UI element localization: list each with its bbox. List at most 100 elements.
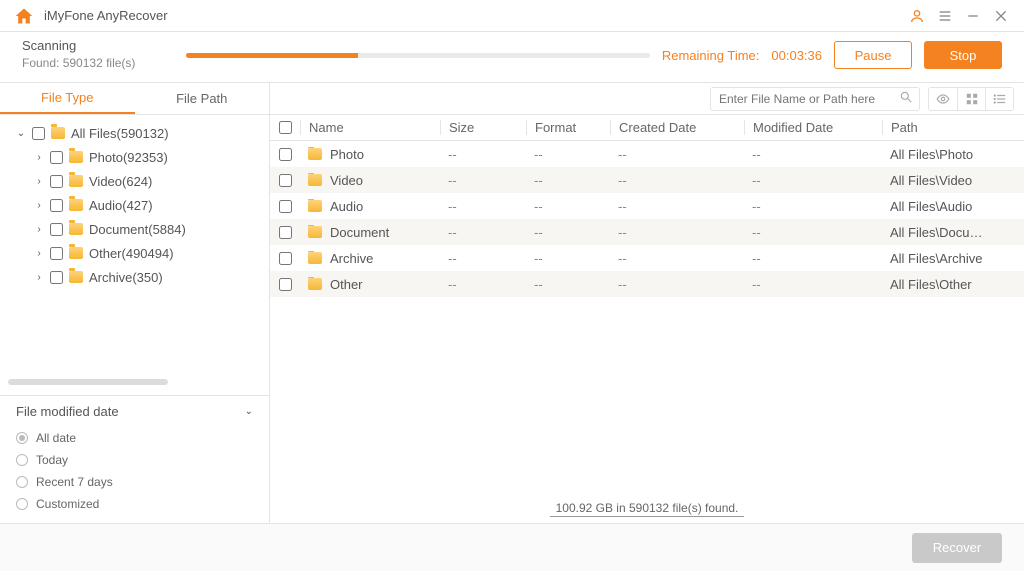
col-format[interactable]: Format: [526, 120, 610, 135]
row-size: --: [440, 225, 526, 240]
col-created-date[interactable]: Created Date: [610, 120, 744, 135]
row-path: All Files\Archive: [882, 251, 1024, 266]
row-format: --: [526, 225, 610, 240]
tree-item[interactable]: › Document(5884): [0, 217, 269, 241]
filter-option[interactable]: All date: [16, 427, 253, 449]
filter-option[interactable]: Customized: [16, 493, 253, 515]
tab-file-path[interactable]: File Path: [135, 83, 270, 114]
radio-icon: [16, 498, 28, 510]
tree-item-label: Archive(350): [89, 270, 163, 285]
row-format: --: [526, 199, 610, 214]
tree-item[interactable]: › Audio(427): [0, 193, 269, 217]
row-checkbox[interactable]: [279, 278, 292, 291]
table-row[interactable]: Video--------All Files\Video: [270, 167, 1024, 193]
tree-item-label: Audio(427): [89, 198, 153, 213]
tree-checkbox[interactable]: [50, 175, 63, 188]
chevron-right-icon[interactable]: ›: [34, 200, 44, 211]
tree-item[interactable]: ⌄ All Files(590132): [0, 121, 269, 145]
tree-checkbox[interactable]: [50, 247, 63, 260]
tree-item-label: Other(490494): [89, 246, 174, 261]
horizontal-scrollbar[interactable]: [8, 379, 168, 385]
tree-checkbox[interactable]: [50, 199, 63, 212]
file-type-tree: ⌄ All Files(590132) › Photo(92353) ›Video(62…: [0, 115, 269, 375]
menu-icon[interactable]: [936, 7, 954, 25]
tree-item[interactable]: ›Video(624): [0, 169, 269, 193]
chevron-right-icon[interactable]: ›: [34, 272, 44, 283]
col-name[interactable]: Name: [300, 120, 440, 135]
row-name: Photo: [330, 147, 364, 162]
folder-icon: [308, 252, 322, 264]
row-path: All Files\Other: [882, 277, 1024, 292]
tree-checkbox[interactable]: [32, 127, 45, 140]
tree-item-label: All Files(590132): [71, 126, 169, 141]
home-icon[interactable]: [14, 6, 34, 26]
row-format: --: [526, 173, 610, 188]
search-box[interactable]: [710, 87, 920, 111]
tree-item[interactable]: › Other(490494): [0, 241, 269, 265]
row-checkbox[interactable]: [279, 174, 292, 187]
filter-title: File modified date: [16, 404, 119, 419]
table-row[interactable]: Photo--------All Files\Photo: [270, 141, 1024, 167]
folder-icon: [69, 223, 83, 235]
list-view-icon[interactable]: [985, 88, 1013, 110]
row-modified-date: --: [744, 147, 882, 162]
progress-bar: [186, 53, 650, 58]
row-size: --: [440, 277, 526, 292]
scan-summary-text: 100.92 GB in 590132 file(s) found.: [550, 501, 745, 517]
folder-icon: [308, 200, 322, 212]
stop-button[interactable]: Stop: [924, 41, 1002, 69]
filter-option[interactable]: Today: [16, 449, 253, 471]
row-checkbox[interactable]: [279, 148, 292, 161]
chevron-right-icon[interactable]: ›: [34, 152, 44, 163]
tree-checkbox[interactable]: [50, 271, 63, 284]
tab-file-type[interactable]: File Type: [0, 83, 135, 114]
table-row[interactable]: Other--------All Files\Other: [270, 271, 1024, 297]
row-modified-date: --: [744, 225, 882, 240]
select-all-checkbox[interactable]: [279, 121, 292, 134]
minimize-icon[interactable]: [964, 7, 982, 25]
col-modified-date[interactable]: Modified Date: [744, 120, 882, 135]
search-icon[interactable]: [899, 90, 913, 107]
folder-icon: [69, 175, 83, 187]
tree-checkbox[interactable]: [50, 223, 63, 236]
titlebar: iMyFone AnyRecover: [0, 0, 1024, 32]
scan-status-title: Scanning: [22, 38, 172, 53]
folder-icon: [308, 174, 322, 186]
row-checkbox[interactable]: [279, 226, 292, 239]
row-name: Document: [330, 225, 389, 240]
row-checkbox[interactable]: [279, 200, 292, 213]
chevron-right-icon[interactable]: ›: [34, 224, 44, 235]
preview-view-icon[interactable]: [929, 88, 957, 110]
view-switch: [928, 87, 1014, 111]
folder-icon: [308, 226, 322, 238]
col-size[interactable]: Size: [440, 120, 526, 135]
account-icon[interactable]: [908, 7, 926, 25]
close-icon[interactable]: [992, 7, 1010, 25]
tree-item[interactable]: › Photo(92353): [0, 145, 269, 169]
filter-option[interactable]: Recent 7 days: [16, 471, 253, 493]
table-row[interactable]: Audio--------All Files\Audio: [270, 193, 1024, 219]
pause-button[interactable]: Pause: [834, 41, 912, 69]
grid-view-icon[interactable]: [957, 88, 985, 110]
tree-item-label: Document(5884): [89, 222, 186, 237]
tree-checkbox[interactable]: [50, 151, 63, 164]
row-checkbox[interactable]: [279, 252, 292, 265]
results-toolbar: [270, 83, 1024, 115]
recover-button[interactable]: Recover: [912, 533, 1002, 563]
table-row[interactable]: Document--------All Files\Docu…: [270, 219, 1024, 245]
row-created-date: --: [610, 147, 744, 162]
remaining-time-value: 00:03:36: [771, 48, 822, 63]
chevron-right-icon[interactable]: ›: [34, 176, 44, 187]
tree-item[interactable]: › Archive(350): [0, 265, 269, 289]
search-input[interactable]: [717, 91, 899, 107]
tree-item-label: Photo(92353): [89, 150, 168, 165]
folder-icon: [51, 127, 65, 139]
row-created-date: --: [610, 251, 744, 266]
folder-icon: [69, 247, 83, 259]
table-row[interactable]: Archive--------All Files\Archive: [270, 245, 1024, 271]
col-path[interactable]: Path: [882, 120, 1024, 135]
filter-modified-date-header[interactable]: File modified date ⌄: [16, 404, 253, 419]
row-modified-date: --: [744, 173, 882, 188]
chevron-down-icon[interactable]: ⌄: [16, 128, 26, 139]
chevron-right-icon[interactable]: ›: [34, 248, 44, 259]
